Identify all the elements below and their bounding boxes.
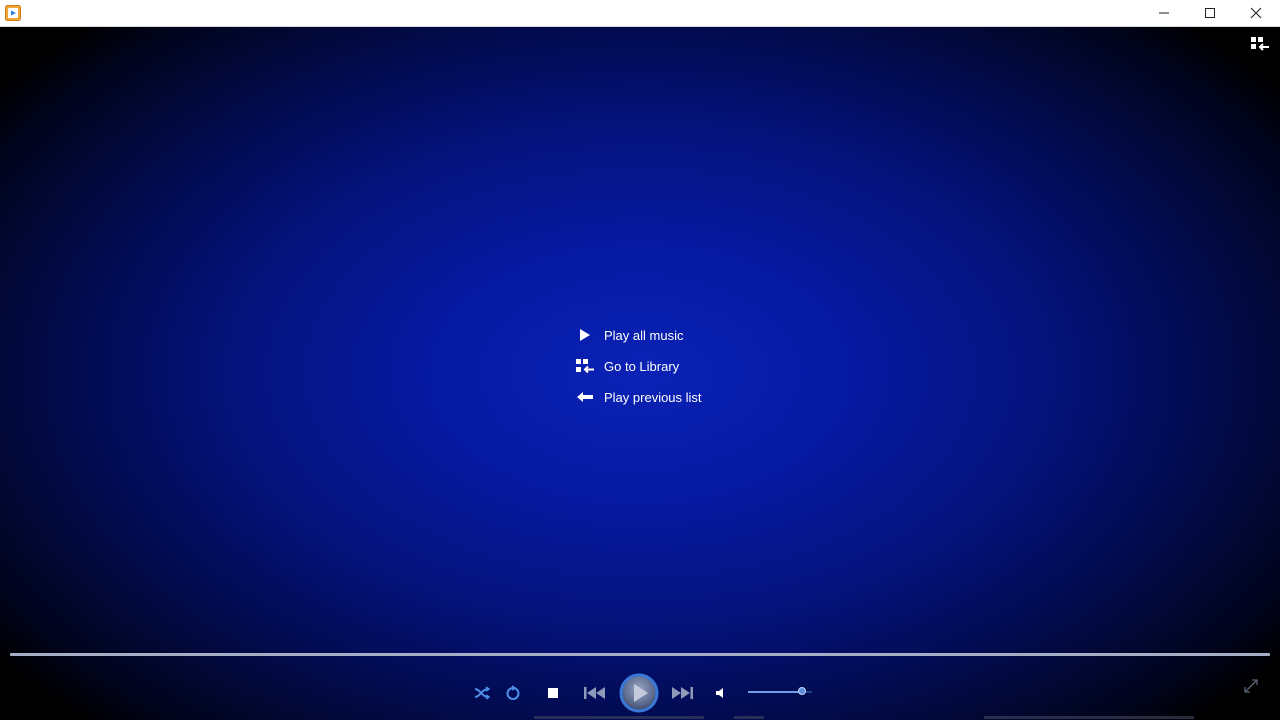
- menu-item-label: Play previous list: [604, 389, 702, 405]
- library-switch-icon: [1251, 37, 1269, 51]
- play-previous-list-link[interactable]: Play previous list: [575, 385, 735, 409]
- maximize-icon: [1205, 8, 1215, 18]
- fullscreen-button[interactable]: [1240, 675, 1262, 697]
- minimize-icon: [1159, 12, 1169, 14]
- shuffle-button[interactable]: [472, 683, 492, 703]
- shuffle-icon: [474, 686, 490, 700]
- play-all-music-link[interactable]: Play all music: [575, 323, 735, 347]
- minimize-button[interactable]: [1141, 0, 1187, 26]
- volume-thumb[interactable]: [798, 687, 807, 695]
- stop-icon: [548, 688, 558, 698]
- stop-button[interactable]: [543, 683, 563, 703]
- volume-slider[interactable]: [748, 687, 812, 695]
- next-button[interactable]: [669, 682, 695, 704]
- close-button[interactable]: [1233, 0, 1279, 26]
- repeat-button[interactable]: [503, 683, 523, 703]
- media-player-icon[interactable]: [5, 5, 21, 21]
- back-arrow-icon: [575, 389, 595, 405]
- mute-button[interactable]: [711, 683, 731, 703]
- volume-level: [748, 691, 803, 693]
- info-strip-fragment: [534, 716, 704, 719]
- next-icon: [672, 687, 693, 699]
- info-strip-fragment: [984, 716, 1194, 719]
- close-icon: [1250, 7, 1262, 19]
- fullscreen-icon: [1244, 679, 1258, 693]
- menu-item-label: Play all music: [604, 327, 684, 343]
- menu-item-label: Go to Library: [604, 358, 680, 374]
- play-icon: [619, 673, 659, 713]
- seek-bar[interactable]: [10, 653, 1270, 656]
- now-playing-area: Play all music Go to Library Play previo…: [0, 27, 1280, 720]
- maximize-button[interactable]: [1187, 0, 1233, 26]
- go-to-library-link[interactable]: Go to Library: [575, 354, 735, 378]
- info-strip-fragment: [734, 716, 764, 719]
- previous-button[interactable]: [582, 682, 608, 704]
- repeat-icon: [506, 685, 520, 700]
- library-icon: [575, 358, 595, 374]
- play-icon: [575, 327, 595, 343]
- play-button[interactable]: [619, 673, 659, 713]
- previous-icon: [584, 687, 605, 699]
- title-bar: [0, 0, 1280, 27]
- volume-icon: [716, 688, 723, 698]
- switch-to-library-button[interactable]: [1250, 35, 1270, 53]
